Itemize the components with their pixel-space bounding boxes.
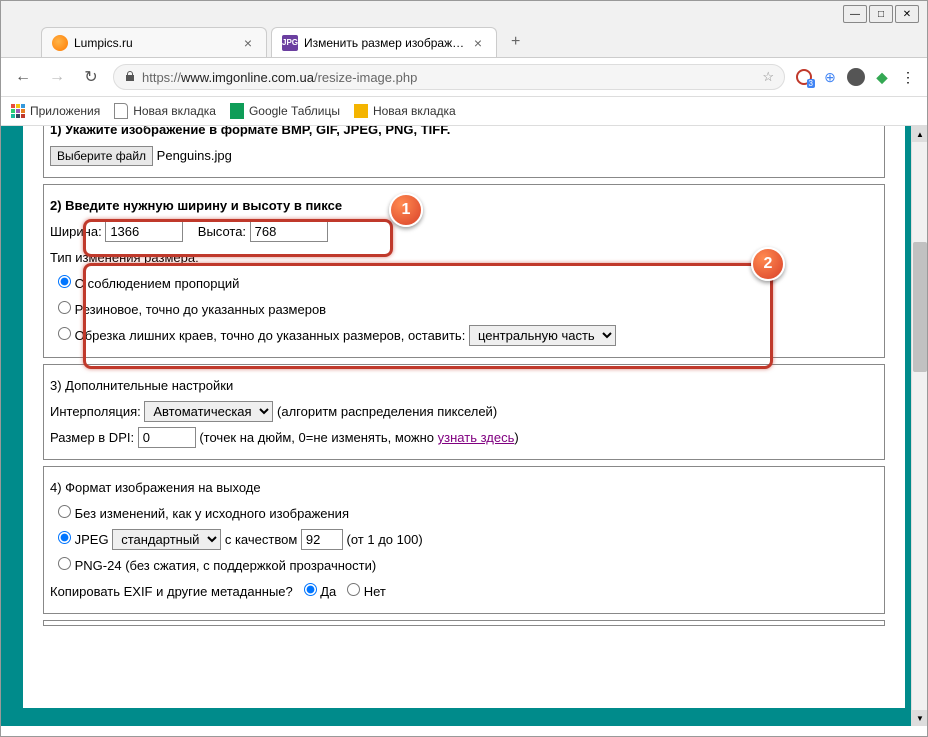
address-bar: ← → ↻ https://www.imgonline.com.ua/resiz… bbox=[1, 58, 927, 97]
exif-no-radio[interactable] bbox=[347, 583, 360, 596]
bookmarks-bar: Приложения Новая вкладка Google Таблицы … bbox=[1, 97, 927, 126]
window-close-button[interactable]: ✕ bbox=[895, 5, 919, 23]
scroll-thumb[interactable] bbox=[913, 242, 927, 372]
section-3: 3) Дополнительные настройки Интерполяция… bbox=[43, 364, 885, 460]
scroll-down-button[interactable]: ▼ bbox=[912, 710, 927, 726]
menu-icon[interactable]: ⋮ bbox=[899, 68, 917, 86]
tab-bar: Lumpics.ru × JPG Изменить размер изображ… bbox=[1, 1, 927, 58]
format-original-radio[interactable] bbox=[58, 505, 71, 518]
section-1-heading: 1) Укажите изображение в формате BMP, GI… bbox=[50, 126, 878, 141]
url-text: https://www.imgonline.com.ua/resize-imag… bbox=[142, 70, 417, 85]
sheets-icon bbox=[230, 103, 244, 119]
dpi-learn-link[interactable]: узнать здесь bbox=[438, 430, 515, 445]
section-1: 1) Укажите изображение в формате BMP, GI… bbox=[43, 126, 885, 178]
choose-file-button[interactable]: Выберите файл bbox=[50, 146, 153, 166]
annotation-badge-1: 1 bbox=[389, 193, 423, 227]
tab-imgonline[interactable]: JPG Изменить размер изображения × bbox=[271, 27, 497, 57]
bookmark-label: Google Таблицы bbox=[249, 104, 340, 118]
scroll-up-button[interactable]: ▲ bbox=[912, 126, 927, 142]
page-icon bbox=[114, 103, 128, 119]
plus-icon bbox=[354, 104, 368, 118]
add-icon[interactable]: ◆ bbox=[873, 68, 891, 86]
radio-label: Без изменений, как у исходного изображен… bbox=[75, 506, 349, 521]
exif-label: Копировать EXIF и другие метаданные? bbox=[50, 584, 293, 599]
forward-button[interactable]: → bbox=[45, 65, 69, 89]
section-3-heading: 3) Дополнительные настройки bbox=[50, 375, 878, 397]
interpolation-label: Интерполяция: bbox=[50, 404, 141, 419]
new-tab-button[interactable]: + bbox=[501, 27, 530, 57]
jpg-icon: JPG bbox=[282, 35, 298, 51]
tab-lumpics[interactable]: Lumpics.ru × bbox=[41, 27, 267, 57]
bookmark-label: Новая вкладка bbox=[373, 104, 456, 118]
globe-icon[interactable]: ⊕ bbox=[821, 68, 839, 86]
format-jpeg-radio[interactable] bbox=[58, 531, 71, 544]
section-4-heading: 4) Формат изображения на выходе bbox=[50, 477, 878, 499]
section-4: 4) Формат изображения на выходе Без изме… bbox=[43, 466, 885, 614]
window-minimize-button[interactable]: — bbox=[843, 5, 867, 23]
newtab-bookmark[interactable]: Новая вкладка bbox=[114, 103, 216, 119]
annotation-box-2 bbox=[83, 263, 773, 369]
resize-proportional-radio[interactable] bbox=[58, 275, 71, 288]
format-png-radio[interactable] bbox=[58, 557, 71, 570]
jpeg-quality-input[interactable] bbox=[301, 529, 343, 550]
extension-icons: 3 ⊕ ◆ ⋮ bbox=[795, 68, 917, 86]
window-maximize-button[interactable]: □ bbox=[869, 5, 893, 23]
back-button[interactable]: ← bbox=[11, 65, 35, 89]
radio-label: Да bbox=[320, 584, 336, 599]
section-2-heading: 2) Введите нужную ширину и высоту в пикс… bbox=[50, 195, 878, 217]
close-icon[interactable]: × bbox=[470, 35, 486, 51]
interpolation-select[interactable]: Автоматическая bbox=[144, 401, 273, 422]
tab-title: Изменить размер изображения bbox=[304, 36, 470, 50]
badge-count: 3 bbox=[807, 79, 815, 88]
radio-label: PNG-24 (без сжатия, с поддержкой прозрач… bbox=[75, 558, 377, 573]
avatar-icon[interactable] bbox=[847, 68, 865, 86]
interpolation-hint: (алгоритм распределения пикселей) bbox=[277, 404, 497, 419]
section-5-peek bbox=[43, 620, 885, 626]
apps-bookmark[interactable]: Приложения bbox=[11, 104, 100, 118]
dpi-hint: (точек на дюйм, 0=не изменять, можно узн… bbox=[199, 430, 518, 445]
exif-yes-radio[interactable] bbox=[304, 583, 317, 596]
bookmark-label: Новая вкладка bbox=[133, 104, 216, 118]
quality-label: с качеством bbox=[225, 532, 297, 547]
reload-button[interactable]: ↻ bbox=[79, 65, 103, 89]
url-field[interactable]: https://www.imgonline.com.ua/resize-imag… bbox=[113, 64, 785, 90]
newtab2-bookmark[interactable]: Новая вкладка bbox=[354, 104, 456, 118]
resize-crop-radio[interactable] bbox=[58, 327, 71, 340]
close-icon[interactable]: × bbox=[240, 35, 256, 51]
dpi-input[interactable] bbox=[138, 427, 196, 448]
sheets-bookmark[interactable]: Google Таблицы bbox=[230, 103, 340, 119]
tab-title: Lumpics.ru bbox=[74, 36, 240, 50]
radio-label: Нет bbox=[364, 584, 386, 599]
filename-label: Penguins.jpg bbox=[157, 148, 232, 163]
radio-label: JPEG bbox=[75, 532, 109, 547]
dpi-label: Размер в DPI: bbox=[50, 430, 134, 445]
star-icon[interactable]: ☆ bbox=[762, 69, 774, 85]
quality-range-hint: (от 1 до 100) bbox=[347, 532, 423, 547]
annotation-box-1 bbox=[83, 219, 393, 257]
vertical-scrollbar[interactable]: ▲ ▼ bbox=[911, 126, 927, 726]
apps-icon bbox=[11, 104, 25, 118]
lock-icon bbox=[124, 70, 136, 85]
extension-badge-icon[interactable]: 3 bbox=[795, 68, 813, 86]
resize-stretch-radio[interactable] bbox=[58, 301, 71, 314]
bookmark-label: Приложения bbox=[30, 104, 100, 118]
annotation-badge-2: 2 bbox=[751, 247, 785, 281]
site-icon bbox=[52, 35, 68, 51]
jpeg-type-select[interactable]: стандартный bbox=[112, 529, 221, 550]
